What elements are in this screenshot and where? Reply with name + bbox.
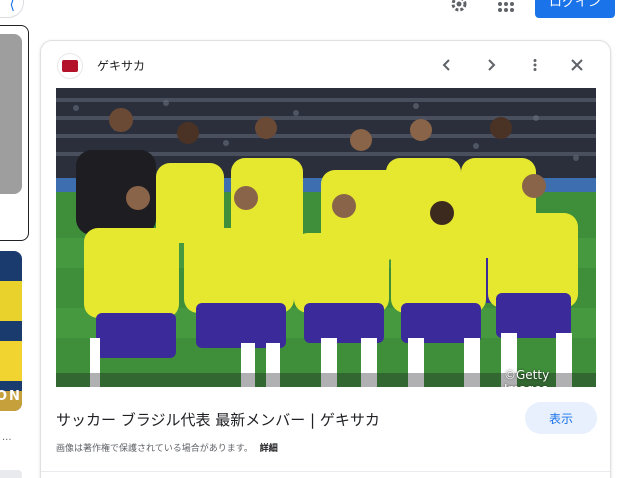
more-vert-icon: [533, 59, 537, 71]
top-bar: ⟨ ログイン: [0, 0, 625, 22]
image-title[interactable]: サッカー ブラジル代表 最新メンバー | ゲキサカ: [56, 409, 506, 430]
thumbnail-text: ON: [0, 389, 22, 404]
result-thumbnail: [0, 34, 22, 194]
previous-button[interactable]: [437, 55, 457, 75]
close-button[interactable]: [567, 55, 587, 75]
result-thumbnail-3[interactable]: [0, 470, 22, 478]
image-watermark: ©Getty Images: [504, 368, 550, 387]
search-icon: ⟨: [9, 0, 15, 13]
next-button[interactable]: [481, 55, 501, 75]
view-button[interactable]: 表示: [525, 402, 597, 434]
chevron-left-icon: [442, 59, 450, 71]
copyright-notice: 画像は著作権で保護されている場合があります。 詳細: [56, 441, 278, 454]
image-preview-panel: ゲキサカ ©Getty サッカー ブラジル代表 最新メンバー | ゲキサカ 表示…: [40, 40, 611, 478]
result-thumbnail-2[interactable]: ON: [0, 251, 22, 411]
search-button[interactable]: ⟨: [0, 0, 24, 18]
apps-grid-icon[interactable]: [496, 0, 516, 14]
preview-image[interactable]: ©Getty Images: [56, 88, 596, 387]
close-icon: [571, 59, 583, 71]
site-favicon: [57, 53, 83, 79]
result-card-selected[interactable]: [0, 25, 29, 241]
divider: [41, 471, 610, 472]
copyright-text: 画像は著作権で保護されている場合があります。: [56, 444, 253, 454]
result-source-truncated: ...: [2, 432, 12, 443]
site-name[interactable]: ゲキサカ: [97, 57, 145, 74]
chevron-right-icon: [488, 59, 496, 71]
details-link[interactable]: 詳細: [260, 444, 278, 454]
login-button[interactable]: ログイン: [535, 0, 615, 18]
panel-header: ゲキサカ: [41, 41, 610, 87]
team-photo: [56, 88, 596, 387]
more-options-button[interactable]: [525, 55, 545, 75]
gear-icon[interactable]: [449, 0, 469, 14]
